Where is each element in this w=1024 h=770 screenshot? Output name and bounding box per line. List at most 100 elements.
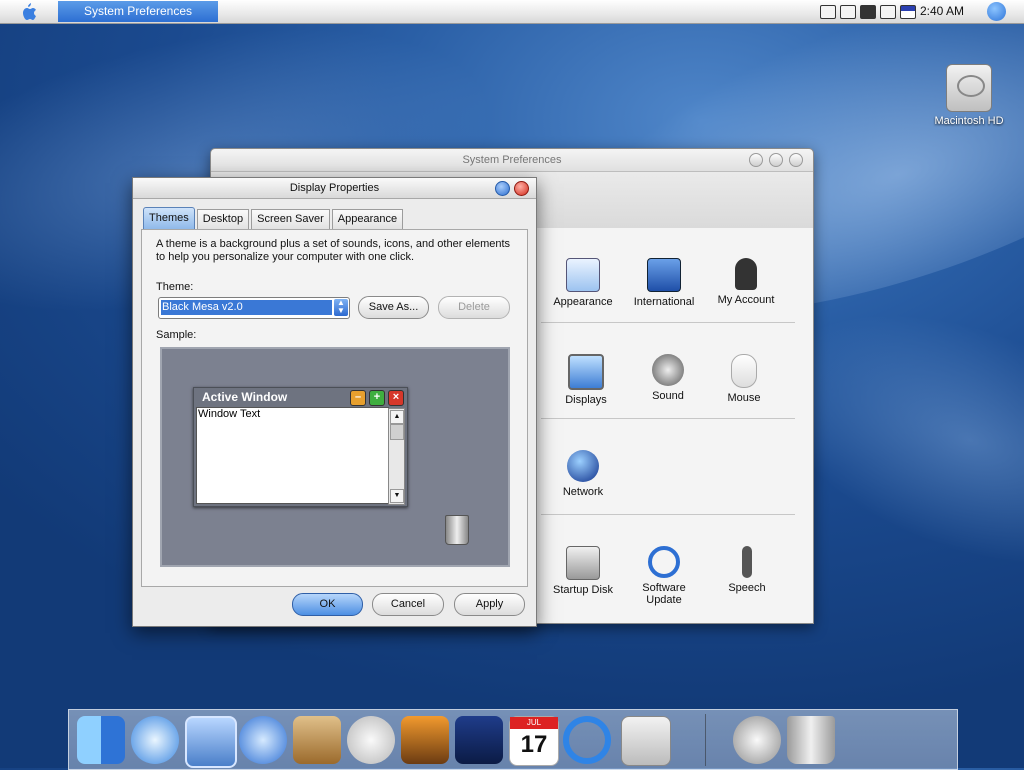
pane-label: Network xyxy=(562,486,604,498)
window-title: System Preferences xyxy=(462,154,562,166)
iphoto-icon[interactable] xyxy=(401,716,449,764)
network-icon xyxy=(567,450,599,482)
pane-label: Appearance xyxy=(553,296,613,308)
tab-desktop[interactable]: Desktop xyxy=(196,209,250,229)
pane-displays[interactable]: Displays xyxy=(544,354,628,406)
pane-speech[interactable]: Speech xyxy=(705,546,789,594)
close-button[interactable] xyxy=(514,181,529,196)
startup-disk-icon xyxy=(566,546,600,580)
pane-sound[interactable]: Sound xyxy=(626,354,710,402)
pane-startup-disk[interactable]: Startup Disk xyxy=(541,546,625,596)
hard-drive-icon xyxy=(946,64,992,112)
close-icon: × xyxy=(388,390,404,406)
scroll-up-icon: ▲ xyxy=(390,410,404,424)
ok-button[interactable]: OK xyxy=(292,593,363,616)
software-update-icon xyxy=(648,546,680,578)
menu-bar: System Preferences 2:40 AM xyxy=(0,0,1024,24)
sample-scrollbar: ▲ ▼ xyxy=(388,408,405,505)
menu-clock[interactable]: 2:40 AM xyxy=(920,0,972,23)
tab-appearance[interactable]: Appearance xyxy=(331,209,404,229)
tab-screen-saver[interactable]: Screen Saver xyxy=(251,209,330,229)
mail-at-icon[interactable] xyxy=(733,716,781,764)
sample-label: Sample: xyxy=(156,329,197,341)
appearance-icon xyxy=(566,258,600,292)
pane-label: Speech xyxy=(728,582,766,594)
pane-label: Mouse xyxy=(727,392,761,404)
my-account-icon xyxy=(735,258,757,290)
maximize-icon: + xyxy=(369,390,385,406)
pane-label: Sound xyxy=(652,390,684,402)
active-app-menu[interactable]: System Preferences xyxy=(58,1,218,22)
itunes-icon[interactable] xyxy=(347,716,395,764)
cancel-button[interactable]: Cancel xyxy=(372,593,444,616)
zoom-button[interactable] xyxy=(789,153,803,167)
recycle-bin-icon xyxy=(445,515,469,545)
divider xyxy=(541,418,795,419)
scroll-thumb xyxy=(390,424,404,440)
system-preferences-icon[interactable] xyxy=(621,716,671,766)
dock-separator xyxy=(705,714,706,766)
pane-network[interactable]: Network xyxy=(541,450,625,498)
imovie-icon[interactable] xyxy=(455,716,503,764)
address-book-icon[interactable] xyxy=(293,716,341,764)
mail-icon[interactable] xyxy=(185,716,237,768)
divider xyxy=(541,514,795,515)
battery-menu-icon[interactable] xyxy=(900,5,916,19)
pane-software-update[interactable]: Software Update xyxy=(622,546,706,606)
theme-sample-preview: Active Window – + × Window Text ▲ ▼ xyxy=(160,347,510,567)
safari-icon[interactable] xyxy=(131,716,179,764)
ical-icon[interactable]: JUL 17 xyxy=(509,716,559,766)
hard-drive-label: Macintosh HD xyxy=(934,115,1004,127)
quicktime-icon[interactable] xyxy=(563,716,611,764)
minimize-button[interactable] xyxy=(769,153,783,167)
theme-select-value: Black Mesa v2.0 xyxy=(161,300,332,315)
chevron-updown-icon: ▲ ▼ xyxy=(334,299,348,316)
tab-bar: Themes Desktop Screen Saver Appearance xyxy=(143,207,404,229)
pane-international[interactable]: International xyxy=(622,258,706,308)
pane-label: International xyxy=(633,296,695,308)
pane-appearance[interactable]: Appearance xyxy=(541,258,625,308)
display-properties-titlebar[interactable]: Display Properties xyxy=(133,178,536,199)
sample-active-window: Active Window – + × Window Text ▲ ▼ xyxy=(193,387,408,507)
dock: JUL 17 xyxy=(68,709,958,770)
scroll-down-icon: ▼ xyxy=(390,489,404,503)
pane-label: Displays xyxy=(565,394,607,406)
tab-themes[interactable]: Themes xyxy=(143,207,195,229)
ical-month: JUL xyxy=(510,717,558,729)
displays-menu-icon[interactable] xyxy=(840,5,856,19)
window-title: Display Properties xyxy=(289,182,380,194)
volume-menu-icon[interactable] xyxy=(860,5,876,19)
screen-menu-icon[interactable] xyxy=(880,5,896,19)
pane-mouse[interactable]: Mouse xyxy=(702,354,786,404)
apple-menu-icon[interactable] xyxy=(14,1,42,22)
keyboard-menu-icon[interactable] xyxy=(820,5,836,19)
international-icon xyxy=(647,258,681,292)
ical-day: 17 xyxy=(520,731,548,758)
divider xyxy=(541,322,795,323)
theme-select[interactable]: Black Mesa v2.0 ▲ ▼ xyxy=(158,297,350,319)
speech-icon xyxy=(742,546,752,578)
display-properties-window: Display Properties Themes Desktop Screen… xyxy=(132,177,537,627)
pane-my-account[interactable]: My Account xyxy=(704,258,788,306)
finder-icon[interactable] xyxy=(77,716,125,764)
help-button[interactable] xyxy=(495,181,510,196)
pane-label: Startup Disk xyxy=(553,584,613,596)
pane-label: Software Update xyxy=(642,582,686,606)
theme-label: Theme: xyxy=(156,281,194,293)
spotlight-search-icon[interactable] xyxy=(987,2,1006,21)
sample-window-text: Window Text xyxy=(196,407,389,504)
apply-button[interactable]: Apply xyxy=(454,593,525,616)
themes-panel: A theme is a background plus a set of so… xyxy=(141,229,528,587)
desktop-hard-drive[interactable]: Macintosh HD xyxy=(924,64,1014,127)
close-button[interactable] xyxy=(749,153,763,167)
delete-button[interactable]: Delete xyxy=(438,296,510,319)
displays-icon xyxy=(568,354,604,390)
system-preferences-titlebar[interactable]: System Preferences xyxy=(211,149,813,172)
theme-description: A theme is a background plus a set of so… xyxy=(156,238,511,263)
minimize-icon: – xyxy=(350,390,366,406)
ichat-icon[interactable] xyxy=(239,716,287,764)
menu-extras xyxy=(820,3,916,21)
save-as-button[interactable]: Save As... xyxy=(358,296,429,319)
trash-icon[interactable] xyxy=(787,716,835,764)
mouse-icon xyxy=(731,354,757,388)
